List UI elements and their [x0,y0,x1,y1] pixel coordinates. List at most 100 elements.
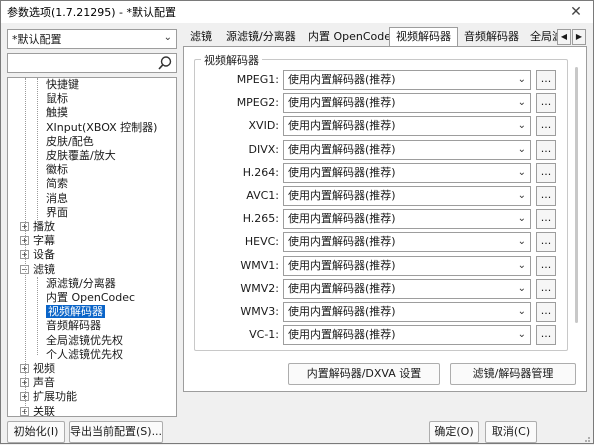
tab-video-decoder[interactable]: 视频解码器 [389,27,458,47]
cancel-button[interactable]: 取消(C) [485,421,537,443]
tab-content: 视频解码器 MPEG1: 使用内置解码器(推荐) ⌄... MPEG2: 使用内置解码器… [183,46,587,392]
decoder-select[interactable]: 使用内置解码器(推荐) ⌄ [283,70,531,90]
decoder-more-button[interactable]: ... [536,255,556,276]
chevron-down-icon: ⌄ [517,97,526,109]
preset-dropdown[interactable]: *默认配置 ⌄ [7,29,177,49]
tree-item[interactable]: 简索 [46,177,68,191]
tree-item[interactable]: XInput(XBOX 控制器) [46,121,157,135]
decoder-format-label: MPEG1: [236,73,279,86]
tree-item[interactable]: 内置 OpenCodec [46,291,135,305]
decoder-select[interactable]: 使用内置解码器(推荐) ⌄ [283,139,531,160]
tree-item-label: XInput(XBOX 控制器) [46,120,158,134]
vertical-scrollbar[interactable] [572,53,582,353]
decoder-select[interactable]: 使用内置解码器(推荐) ⌄ [283,93,531,114]
tab-scroll-right-icon[interactable]: ▶ [572,29,586,45]
tree-item[interactable]: 视频解码器 [46,305,105,319]
tree-item[interactable]: 鼠标 [46,92,68,106]
decoder-select[interactable]: 使用内置解码器(推荐) ⌄ [283,209,531,230]
decoder-more-button[interactable]: ... [536,70,556,90]
chevron-down-icon: ⌄ [517,306,526,317]
chevron-down-icon: ⌄ [517,236,526,248]
decoder-format-label: AVC1: [246,189,279,202]
tree-item[interactable]: 快捷键 [46,78,79,92]
tab-filters[interactable]: 滤镜 [183,27,219,47]
decoder-more-button[interactable]: ... [536,116,556,137]
search-icon[interactable] [157,55,173,71]
decoder-select[interactable]: 使用内置解码器(推荐) ⌄ [283,302,531,322]
decoder-more-button[interactable]: ... [536,93,556,114]
decoder-more-button[interactable]: ... [536,302,556,322]
close-icon[interactable]: ✕ [559,1,593,23]
chevron-down-icon: ⌄ [517,259,526,271]
decoder-select-value: 使用内置解码器(推荐) [288,212,396,226]
decoder-more-button[interactable]: ... [536,209,556,230]
tree-item-label: 内置 OpenCodec [46,291,136,304]
resize-grip-icon[interactable] [581,433,591,443]
decoder-select[interactable]: 使用内置解码器(推荐) ⌄ [283,186,531,206]
left-panel: *默认配置 ⌄ 快捷键 鼠标 触摸 XInput(XBOX 控制器) 皮肤/配色 皮肤覆盖… [7,27,177,417]
export-config-button[interactable]: 导出当前配置(S)... [69,421,163,443]
tree-item[interactable]: 源滤镜/分离器 [46,277,116,291]
tree-item[interactable]: 皮肤覆盖/放大 [46,149,116,163]
decoder-row: MPEG1: 使用内置解码器(推荐) ⌄... [195,70,569,90]
chevron-down-icon: ⌄ [517,282,526,294]
decoder-select-value: 使用内置解码器(推荐) [288,305,396,318]
tree-item-label: 设备 [33,248,55,262]
decoder-format-label: H.265: [242,212,279,226]
tree-guide [25,78,26,416]
tree-item-label: 快捷键 [46,78,79,91]
search-input[interactable] [7,53,177,73]
decoder-format-label: MPEG2: [236,96,279,110]
tree-item-label: 扩展功能 [33,390,77,404]
decoder-select[interactable]: 使用内置解码器(推荐) ⌄ [283,232,531,253]
tab-scroll-left-icon[interactable]: ◀ [557,29,571,45]
video-decoder-group: 视频解码器 MPEG1: 使用内置解码器(推荐) ⌄... MPEG2: 使用内置解码器… [194,52,569,351]
tree-item-label: 声音 [33,376,55,390]
decoder-row: WMV3: 使用内置解码器(推荐) ⌄... [195,302,569,322]
decoder-select-value: 使用内置解码器(推荐) [288,189,396,202]
tree-item-label: 鼠标 [46,92,68,106]
decoder-more-button[interactable]: ... [536,232,556,253]
tree-item[interactable]: 音频解码器 [46,319,101,333]
tree-item-label: 关联 [33,404,55,417]
decoder-format-label: WMV3: [240,305,279,318]
decoder-more-button[interactable]: ... [536,162,556,183]
chevron-down-icon: ⌄ [517,74,526,85]
tab-audio-decoder[interactable]: 音频解码器 [457,27,526,47]
tree-item[interactable]: 消息 [46,192,68,206]
decoder-select-value: 使用内置解码器(推荐) [288,73,396,86]
decoder-select[interactable]: 使用内置解码器(推荐) ⌄ [283,162,531,183]
tree-item[interactable]: 徽标 [46,163,68,177]
tree-item[interactable]: 界面 [46,206,68,220]
decoder-row: AVC1: 使用内置解码器(推荐) ⌄... [195,186,569,206]
tree-item-label: 滤镜 [33,262,55,276]
decoder-select[interactable]: 使用内置解码器(推荐) ⌄ [283,325,531,346]
tree-item[interactable]: 触摸 [46,106,68,120]
dxva-settings-button[interactable]: 内置解码器/DXVA 设置 [288,363,440,385]
decoder-select[interactable]: 使用内置解码器(推荐) ⌄ [283,255,531,276]
ok-button[interactable]: 确定(O) [429,421,479,443]
scrollbar-thumb[interactable] [575,67,578,323]
decoder-select-value: 使用内置解码器(推荐) [288,235,396,249]
decoder-row: WMV1: 使用内置解码器(推荐) ⌄... [195,255,569,276]
decoder-more-button[interactable]: ... [536,278,556,299]
decoder-more-button[interactable]: ... [536,325,556,346]
tree-item-label: 消息 [46,191,68,205]
chevron-down-icon: ⌄ [517,190,526,201]
filter-manager-button[interactable]: 滤镜/解码器管理 [450,363,576,385]
tree-item[interactable]: 皮肤/配色 [46,135,94,149]
decoder-select[interactable]: 使用内置解码器(推荐) ⌄ [283,278,531,299]
settings-tree[interactable]: 快捷键 鼠标 触摸 XInput(XBOX 控制器) 皮肤/配色 皮肤覆盖/放大 徽标 简索消… [7,77,177,417]
tree-item[interactable]: 全局滤镜优先权 [46,334,123,348]
initialize-button[interactable]: 初始化(I) [7,421,65,443]
chevron-down-icon: ⌄ [517,329,526,341]
tree-item[interactable]: 个人滤镜优先权 [46,348,123,362]
decoder-more-button[interactable]: ... [536,186,556,206]
tree-item[interactable]: + 扩展功能 [20,390,77,404]
tab-source-filters[interactable]: 源滤镜/分离器 [219,27,303,47]
decoder-format-label: H.264: [242,165,279,179]
decoder-more-button[interactable]: ... [536,139,556,160]
decoder-row: MPEG2: 使用内置解码器(推荐) ⌄... [195,93,569,114]
tree-item-label: 源滤镜/分离器 [46,276,116,290]
decoder-select[interactable]: 使用内置解码器(推荐) ⌄ [283,116,531,137]
